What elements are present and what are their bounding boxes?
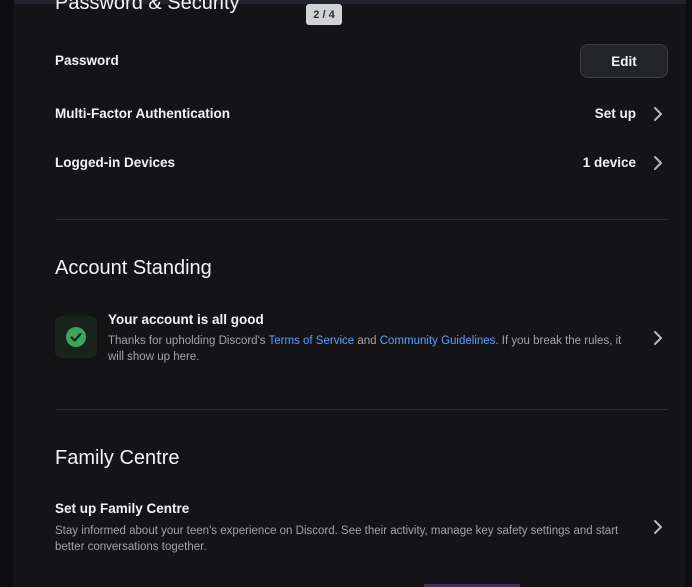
- chevron-right-icon[interactable]: [651, 105, 665, 123]
- account-standing-heading: Account Standing: [55, 257, 212, 279]
- check-circle-icon: [66, 327, 86, 347]
- right-scroll-rail[interactable]: [686, 0, 692, 587]
- password-label: Password: [55, 53, 119, 68]
- logged-in-devices-value[interactable]: 1 device: [583, 155, 636, 170]
- left-rail: [0, 0, 14, 587]
- account-status-description: Thanks for upholding Discord's Terms of …: [108, 333, 638, 365]
- password-security-heading: Password & Security: [55, 0, 240, 14]
- account-status-badge: [55, 316, 97, 358]
- chevron-right-icon[interactable]: [651, 518, 665, 536]
- setup-family-centre-title[interactable]: Set up Family Centre: [55, 501, 189, 516]
- settings-page: 2 / 4 Password & Security Password Edit …: [0, 0, 692, 587]
- account-status-title: Your account is all good: [108, 312, 264, 327]
- terms-of-service-link[interactable]: Terms of Service: [269, 335, 355, 347]
- family-centre-heading: Family Centre: [55, 447, 180, 469]
- setup-family-centre-description: Stay informed about your teen's experien…: [55, 525, 619, 553]
- account-standing-row[interactable]: Your account is all good Thanks for upho…: [55, 306, 668, 368]
- chevron-right-icon[interactable]: [651, 329, 665, 347]
- edit-password-button[interactable]: Edit: [580, 44, 668, 78]
- page-indicator: 2 / 4: [306, 4, 342, 25]
- mfa-label[interactable]: Multi-Factor Authentication: [55, 106, 230, 121]
- desc-text: and: [354, 335, 380, 347]
- desc-text: Thanks for upholding Discord's: [108, 335, 269, 347]
- chevron-right-icon[interactable]: [651, 154, 665, 172]
- section-divider: [56, 409, 668, 410]
- community-guidelines-link[interactable]: Community Guidelines: [380, 335, 496, 347]
- mfa-value[interactable]: Set up: [595, 106, 636, 121]
- section-divider: [56, 219, 668, 220]
- logged-in-devices-label[interactable]: Logged-in Devices: [55, 155, 175, 170]
